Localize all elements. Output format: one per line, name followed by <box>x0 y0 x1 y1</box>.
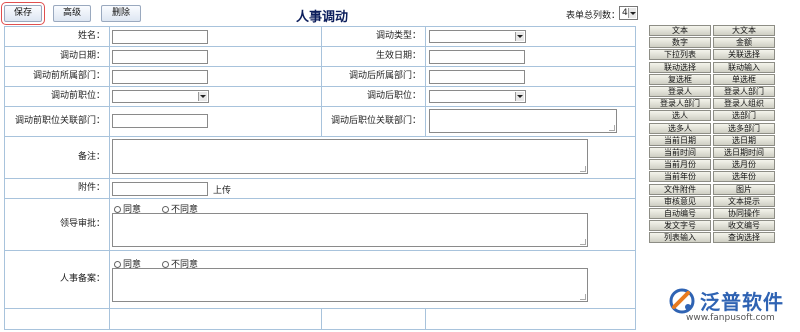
palette-button[interactable]: 登录人部门 <box>649 98 711 110</box>
palette-button[interactable]: 联动选择 <box>649 61 711 73</box>
palette-button[interactable]: 选多部门 <box>713 122 775 134</box>
leader-approval-label: 领导审批： <box>59 219 105 229</box>
position-after-label: 调动后职位： <box>366 91 421 101</box>
palette-button[interactable]: 图片 <box>713 183 775 195</box>
logo-icon <box>669 288 695 314</box>
name-input[interactable] <box>112 30 208 44</box>
form-row: 调动日期： 生效日期： <box>5 47 635 67</box>
form-row <box>5 309 635 329</box>
chevron-down-icon <box>198 92 207 101</box>
form-row: 调动前职位关联部门： 调动后职位关联部门： <box>5 107 635 137</box>
company-logo: 泛普软件 www.fanpusoft.com <box>662 283 796 329</box>
radio-icon <box>162 261 169 268</box>
name-label: 姓名： <box>77 31 105 41</box>
palette-button[interactable]: 当前年份 <box>649 171 711 183</box>
attachment-label: 附件： <box>77 183 105 193</box>
palette-button[interactable]: 选部门 <box>713 110 775 122</box>
palette-button[interactable]: 当前日期 <box>649 134 711 146</box>
effective-date-label: 生效日期： <box>375 51 421 61</box>
palette-button[interactable]: 当前月份 <box>649 159 711 171</box>
palette-button[interactable]: 单选框 <box>713 73 775 85</box>
form-row: 人事备案： 同意 不同意 <box>5 251 635 309</box>
form-row: 备注： <box>5 137 635 179</box>
palette-button[interactable]: 登录人组织 <box>713 98 775 110</box>
palette-button[interactable]: 数字 <box>649 37 711 49</box>
palette-button[interactable]: 金额 <box>713 37 775 49</box>
position-before-select[interactable] <box>112 90 209 103</box>
palette-button[interactable]: 登录人部门 <box>713 86 775 97</box>
palette-button[interactable]: 收文编号 <box>713 220 775 232</box>
palette-button[interactable]: 关联选择 <box>713 49 775 61</box>
palette-button[interactable]: 选日期时间 <box>713 147 775 158</box>
palette-button[interactable]: 联动输入 <box>713 61 775 73</box>
form-row: 领导审批： 同意 不同意 <box>5 199 635 251</box>
transfer-date-label: 调动日期： <box>59 51 105 61</box>
hr-filing-label: 人事备案： <box>59 274 105 284</box>
palette-button[interactable]: 当前时间 <box>649 147 711 158</box>
palette-button[interactable]: 发文字号 <box>649 220 711 232</box>
form-row: 调动前所属部门： 调动后所属部门： <box>5 67 635 87</box>
palette-button[interactable]: 文本 <box>649 25 711 36</box>
palette-button[interactable]: 查询选择 <box>713 232 775 244</box>
column-count-label: 表单总列数： <box>566 11 621 21</box>
advanced-button[interactable]: 高级 <box>53 5 91 22</box>
logo-text: 泛普软件 <box>700 290 784 314</box>
dept-before-input[interactable] <box>112 70 208 84</box>
palette-button[interactable]: 复选框 <box>649 73 711 85</box>
palette-button[interactable]: 文本提示 <box>713 195 775 207</box>
palette-button[interactable]: 选人 <box>649 110 711 122</box>
transfer-type-label: 调动类型： <box>375 31 421 41</box>
palette-button[interactable]: 选日期 <box>713 134 775 146</box>
palette-button[interactable]: 审核意见 <box>649 195 711 207</box>
leader-approval-textarea[interactable] <box>112 213 588 247</box>
form-row: 姓名： 调动类型： <box>5 27 635 47</box>
column-count-value: 4 <box>622 8 628 18</box>
transfer-date-input[interactable] <box>112 50 208 64</box>
palette-button[interactable]: 下拉列表 <box>649 49 711 61</box>
palette-button[interactable]: 选年份 <box>713 171 775 183</box>
transfer-form: 姓名： 调动类型： 调动日期： 生效日期： 调动前所属部门： 调动后所属部门： … <box>4 26 636 330</box>
form-row: 附件： 上传 <box>5 179 635 199</box>
effective-date-input[interactable] <box>429 50 525 64</box>
remark-textarea[interactable] <box>112 139 588 174</box>
palette-button[interactable]: 自动编号 <box>649 208 711 219</box>
toolbar: 保存 高级 删除 人事调动 表单总列数： 4 <box>0 0 640 26</box>
chevron-down-icon <box>628 8 636 18</box>
chevron-down-icon <box>515 92 524 101</box>
palette-button[interactable]: 选多人 <box>649 122 711 134</box>
page-title: 人事调动 <box>296 10 349 25</box>
palette-button[interactable]: 大文本 <box>713 25 775 36</box>
radio-icon <box>162 206 169 213</box>
save-button[interactable]: 保存 <box>1 2 45 25</box>
palette-button[interactable]: 列表输入 <box>649 232 711 244</box>
related-after-label: 调动后职位关联部门： <box>330 116 421 126</box>
remark-label: 备注： <box>77 152 105 162</box>
form-row: 调动前职位： 调动后职位： <box>5 87 635 107</box>
attachment-input[interactable] <box>112 182 208 196</box>
transfer-type-select[interactable] <box>429 30 526 43</box>
logo-url: www.fanpusoft.com <box>686 313 775 323</box>
radio-icon <box>114 206 121 213</box>
position-after-select[interactable] <box>429 90 526 103</box>
hr-filing-textarea[interactable] <box>112 268 588 302</box>
palette-button[interactable]: 选月份 <box>713 159 775 171</box>
palette-button[interactable]: 登录人 <box>649 86 711 97</box>
delete-button[interactable]: 删除 <box>101 5 141 22</box>
related-after-textarea[interactable] <box>429 109 617 133</box>
chevron-down-icon <box>515 32 524 41</box>
upload-link[interactable]: 上传 <box>213 183 231 196</box>
palette-button[interactable]: 文件附件 <box>649 183 711 195</box>
palette-button[interactable]: 协同操作 <box>713 208 775 219</box>
position-before-label: 调动前职位： <box>50 91 105 101</box>
dept-after-label: 调动后所属部门： <box>348 71 421 81</box>
related-before-label: 调动前职位关联部门： <box>14 116 105 126</box>
dept-before-label: 调动前所属部门： <box>32 71 105 81</box>
dept-after-input[interactable] <box>429 70 525 84</box>
column-count-select[interactable]: 4 <box>619 6 638 20</box>
radio-icon <box>114 261 121 268</box>
related-before-input[interactable] <box>112 114 208 128</box>
